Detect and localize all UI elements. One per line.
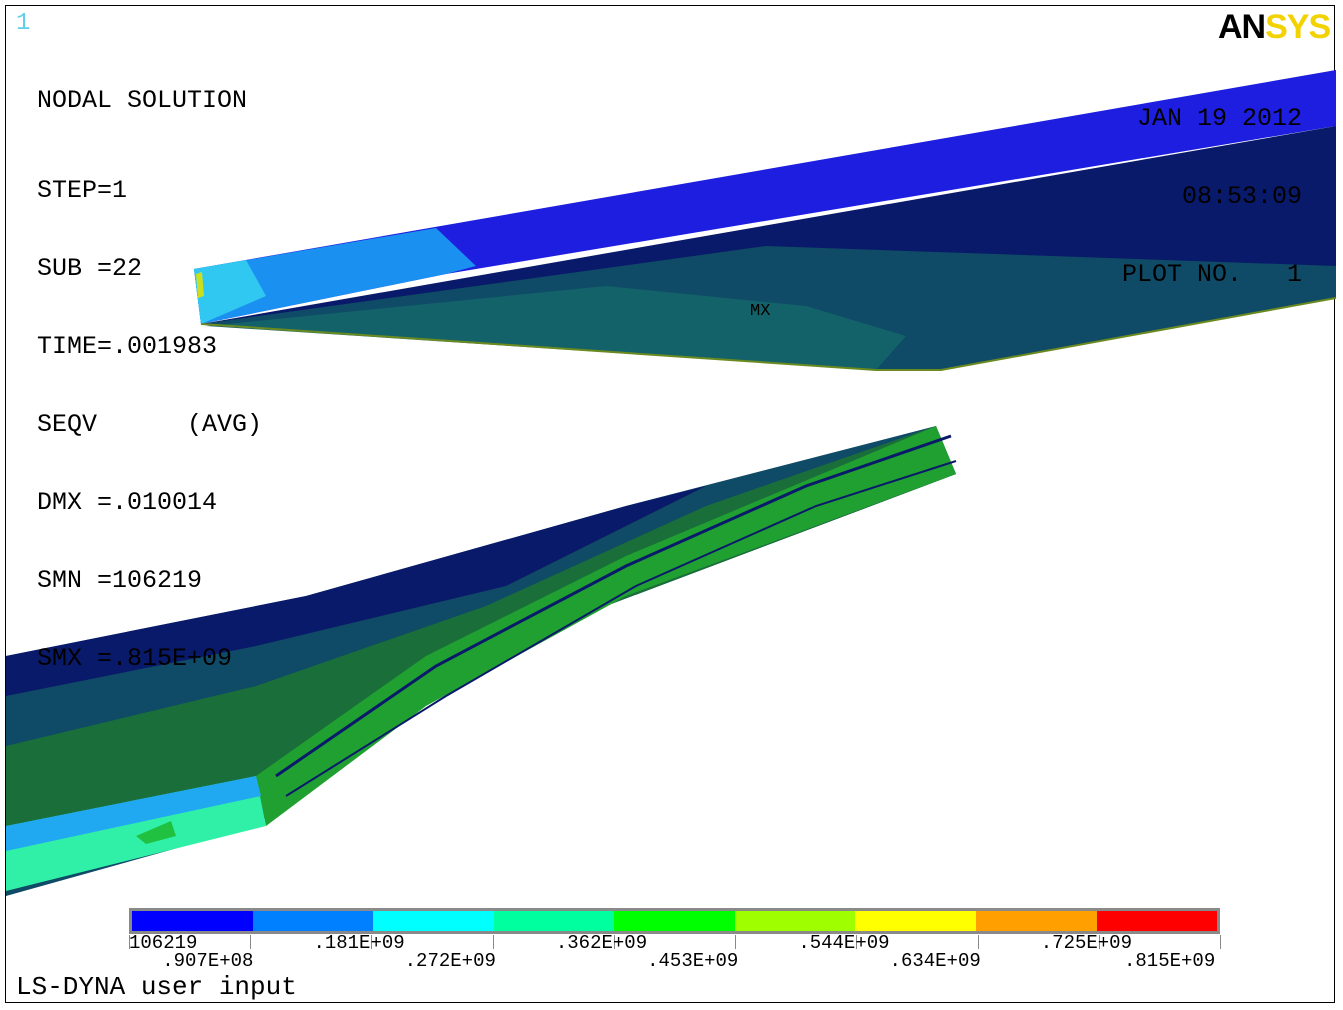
contour-legend-bar — [129, 908, 1220, 934]
legend-tick — [492, 935, 494, 949]
footer-title: LS-DYNA user input — [16, 972, 297, 1002]
legend-label: .181E+09 — [313, 932, 405, 954]
max-marker: MX — [750, 302, 771, 321]
legend-tick — [250, 935, 252, 949]
info-sub: SUB =22 — [37, 254, 143, 283]
logo-an: AN — [1218, 8, 1266, 46]
info-time: TIME=.001983 — [37, 332, 218, 361]
legend-label: .815E+09 — [1124, 950, 1216, 972]
legend-tick — [977, 935, 979, 949]
date-time-block: JAN 19 2012 08:53:09 PLOT NO. 1 — [1122, 54, 1302, 340]
logo-sys: SYS — [1265, 8, 1331, 46]
info-step: STEP=1 — [37, 176, 128, 205]
legend-segment-6 — [855, 911, 976, 931]
plot-number: PLOT NO. 1 — [1121, 260, 1302, 289]
legend-segment-5 — [734, 911, 856, 931]
legend-label: .362E+09 — [555, 932, 648, 954]
info-dmx: DMX =.010014 — [37, 488, 218, 517]
legend-segment-0 — [132, 911, 253, 931]
legend-segment-7 — [975, 911, 1097, 931]
window-number: 1 — [16, 10, 31, 37]
legend-label: .907E+08 — [162, 950, 254, 972]
solution-info-block: NODAL SOLUTION STEP=1 SUB =22 TIME=.0019… — [37, 36, 262, 724]
legend-segment-1 — [252, 911, 374, 931]
legend-segment-2 — [373, 911, 494, 931]
plot-date: JAN 19 2012 — [1136, 104, 1302, 133]
legend-label: .272E+09 — [404, 950, 496, 972]
legend-label: .544E+09 — [798, 932, 890, 954]
legend-label: .634E+09 — [889, 950, 981, 972]
legend-segment-8 — [1096, 911, 1218, 931]
info-smn: SMN =106219 — [37, 566, 203, 595]
legend-tick — [1220, 935, 1221, 949]
info-smx: SMX =.815E+09 — [37, 644, 233, 673]
legend-segment-4 — [614, 911, 735, 931]
ansys-logo: ANSYS — [1218, 8, 1331, 47]
legend-label: .725E+09 — [1040, 932, 1132, 954]
graphics-window: 1 NODAL SOLUTION STEP=1 SUB =22 TIME=.00… — [5, 5, 1336, 1003]
legend-tick — [735, 935, 737, 949]
legend-label: .453E+09 — [647, 950, 739, 972]
legend-segment-3 — [493, 911, 615, 931]
plot-time: 08:53:09 — [1181, 182, 1302, 211]
solution-title: NODAL SOLUTION — [37, 86, 248, 115]
info-seqv: SEQV (AVG) — [37, 410, 263, 439]
